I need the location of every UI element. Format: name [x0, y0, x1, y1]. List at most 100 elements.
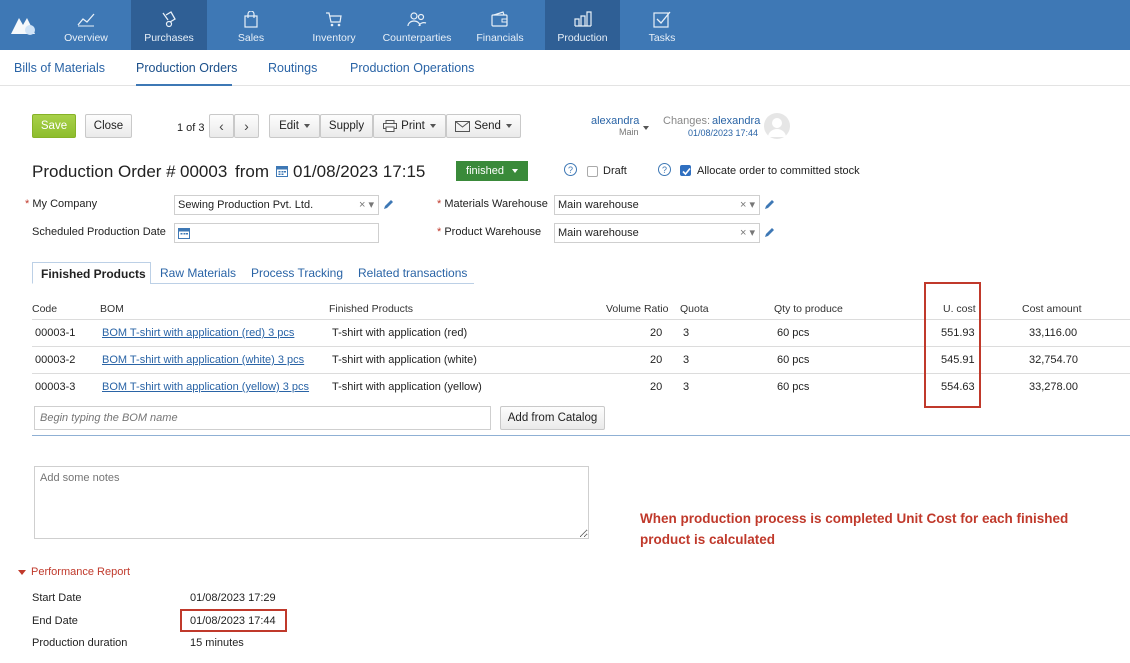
my-company-field[interactable]: Sewing Production Pvt. Ltd. × ▾ — [174, 195, 379, 215]
nav-item-label: Purchases — [144, 32, 194, 44]
chevron-down-icon — [303, 124, 310, 128]
edit-button[interactable]: Edit — [269, 114, 320, 138]
performance-report-toggle[interactable]: Performance Report — [18, 566, 130, 578]
nav-item-overview[interactable]: Overview — [54, 0, 118, 50]
nav-item-production[interactable]: Production — [545, 0, 620, 50]
factory-icon — [573, 11, 592, 27]
start-date-label: Start Date — [32, 592, 82, 604]
col-header-quota[interactable]: Quota — [680, 303, 709, 315]
pencil-icon[interactable] — [764, 227, 775, 238]
pencil-icon[interactable] — [383, 199, 394, 210]
row-qty[interactable]: 60 pcs — [777, 327, 809, 339]
calendar-icon[interactable] — [276, 165, 288, 177]
tab-finished-products[interactable]: Finished Products — [32, 262, 151, 284]
my-company-label: * My Company — [25, 198, 98, 210]
row-bom-link[interactable]: BOM T-shirt with application (white) 3 p… — [102, 354, 304, 366]
sub-navigation: Bills of Materials Production Orders Rou… — [0, 50, 1130, 86]
subnav-bills-of-materials[interactable]: Bills of Materials — [14, 61, 105, 75]
tab-raw-materials[interactable]: Raw Materials — [152, 262, 244, 284]
chevron-right-icon: › — [244, 118, 249, 134]
print-button[interactable]: Print — [373, 114, 446, 138]
nav-item-inventory[interactable]: Inventory — [300, 0, 368, 50]
status-label: finished — [466, 165, 504, 177]
materials-warehouse-label: * Materials Warehouse — [437, 198, 548, 210]
avatar[interactable] — [764, 113, 790, 139]
subnav-routings[interactable]: Routings — [268, 61, 317, 75]
row-qty[interactable]: 60 pcs — [777, 381, 809, 393]
print-label: Print — [401, 120, 425, 132]
scheduled-date-field[interactable] — [174, 223, 379, 243]
subnav-production-orders[interactable]: Production Orders — [136, 61, 237, 75]
clear-and-dropdown-icon[interactable]: × ▾ — [740, 226, 755, 239]
duration-value: 15 minutes — [190, 637, 244, 649]
row-quota[interactable]: 3 — [683, 381, 689, 393]
clear-and-dropdown-icon[interactable]: × ▾ — [359, 198, 374, 211]
chevron-down-icon — [511, 169, 518, 173]
changes-label: Changes: — [663, 115, 711, 127]
product-warehouse-field[interactable]: Main warehouse × ▾ — [554, 223, 760, 243]
bom-search-input[interactable] — [34, 406, 491, 430]
nav-item-counterparties[interactable]: Counterparties — [380, 0, 454, 50]
cart-icon — [326, 12, 342, 27]
nav-item-sales[interactable]: Sales — [218, 0, 284, 50]
materials-warehouse-field[interactable]: Main warehouse × ▾ — [554, 195, 760, 215]
row-volume-ratio[interactable]: 20 — [650, 354, 662, 366]
nav-item-tasks[interactable]: Tasks — [632, 0, 692, 50]
send-button[interactable]: Send — [446, 114, 521, 138]
col-header-volume-ratio[interactable]: Volume Ratio — [606, 303, 668, 315]
row-bom-link[interactable]: BOM T-shirt with application (yellow) 3 … — [102, 381, 309, 393]
row-code: 00003-3 — [35, 381, 76, 393]
row-quota[interactable]: 3 — [683, 354, 689, 366]
prev-button[interactable]: ‹ — [209, 114, 234, 138]
row-product: T-shirt with application (red) — [332, 327, 468, 339]
nav-item-label: Counterparties — [382, 32, 452, 44]
col-header-bom[interactable]: BOM — [100, 303, 124, 315]
col-header-code[interactable]: Code — [32, 303, 57, 315]
nav-item-purchases[interactable]: Purchases — [131, 0, 207, 50]
add-from-catalog-button[interactable]: Add from Catalog — [500, 406, 605, 430]
user-icon — [768, 118, 786, 137]
order-date[interactable]: 01/08/2023 17:15 — [293, 162, 425, 182]
col-header-finished-products[interactable]: Finished Products — [329, 303, 413, 315]
supply-button[interactable]: Supply — [320, 114, 373, 138]
performance-report-title: Performance Report — [31, 566, 131, 578]
section-divider — [32, 435, 1130, 436]
changes-user[interactable]: alexandra — [712, 115, 760, 127]
calendar-icon[interactable] — [178, 227, 190, 239]
nav-item-label: Sales — [237, 32, 265, 44]
close-button[interactable]: Close — [85, 114, 132, 138]
logo-icon[interactable] — [8, 12, 38, 36]
row-volume-ratio[interactable]: 20 — [650, 381, 662, 393]
owner-dropdown-icon[interactable] — [643, 126, 649, 130]
col-header-qty-to-produce[interactable]: Qty to produce — [774, 303, 843, 315]
tab-related-transactions[interactable]: Related transactions — [350, 262, 475, 284]
row-quota[interactable]: 3 — [683, 327, 689, 339]
subnav-production-operations[interactable]: Production Operations — [350, 61, 474, 75]
nav-item-financials[interactable]: Financials — [470, 0, 530, 50]
start-date-value: 01/08/2023 17:29 — [190, 592, 276, 604]
row-volume-ratio[interactable]: 20 — [650, 327, 662, 339]
order-number[interactable]: 00003 — [180, 162, 227, 182]
pager-text: 1 of 3 — [177, 122, 205, 134]
allocate-checkbox[interactable] — [680, 165, 691, 176]
help-icon[interactable]: ? — [564, 163, 577, 176]
col-header-cost-amount[interactable]: Cost amount — [1022, 303, 1082, 315]
notes-textarea[interactable] — [34, 466, 589, 539]
next-button[interactable]: › — [234, 114, 259, 138]
draft-checkbox[interactable] — [587, 166, 598, 177]
row-cost-amount: 33,278.00 — [1029, 381, 1078, 393]
help-icon[interactable]: ? — [658, 163, 671, 176]
row-qty[interactable]: 60 pcs — [777, 354, 809, 366]
checkbox-icon — [653, 11, 671, 28]
clear-and-dropdown-icon[interactable]: × ▾ — [740, 198, 755, 211]
save-button[interactable]: Save — [32, 114, 76, 138]
shopping-bag-icon — [244, 11, 258, 28]
pencil-icon[interactable] — [764, 199, 775, 210]
edit-label: Edit — [279, 120, 299, 132]
tab-process-tracking[interactable]: Process Tracking — [243, 262, 351, 284]
owner-name[interactable]: alexandra — [591, 115, 639, 127]
wallet-icon — [491, 11, 508, 27]
status-dropdown[interactable]: finished — [456, 161, 528, 181]
row-bom-link[interactable]: BOM T-shirt with application (red) 3 pcs — [102, 327, 294, 339]
top-navigation: Overview Purchases Sales Inventory Count… — [0, 0, 1130, 50]
